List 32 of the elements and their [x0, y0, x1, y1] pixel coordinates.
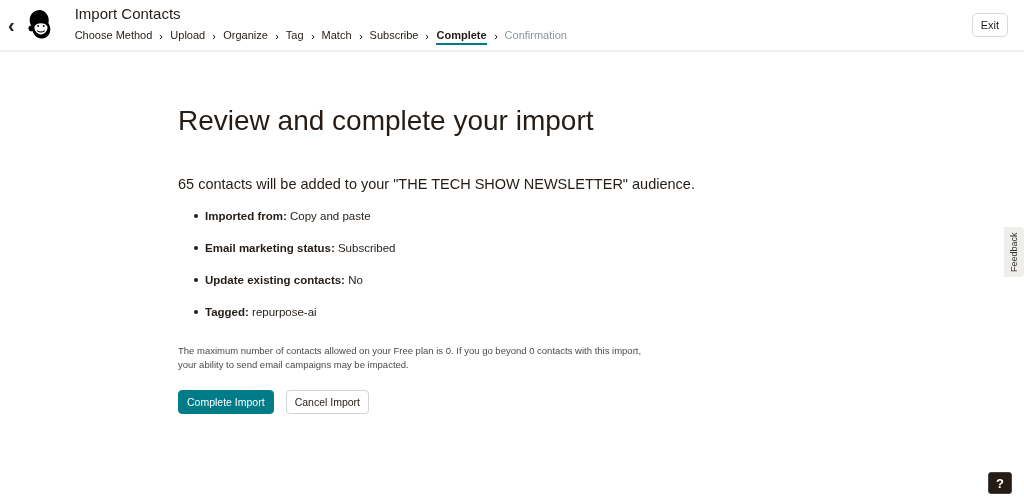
chevron-icon [358, 34, 363, 40]
step-link[interactable]: Choose Method [74, 29, 153, 45]
step-link[interactable]: Tag [285, 29, 304, 45]
chevron-icon [425, 34, 430, 40]
chevron-icon [310, 34, 315, 40]
step-link[interactable]: Match [321, 29, 352, 45]
page-title: Import Contacts [74, 5, 182, 23]
exit-button[interactable]: Exit [971, 13, 1008, 37]
chevron-icon [274, 34, 279, 40]
detail-text: Update existing contacts: No [205, 274, 363, 286]
step-link[interactable]: Upload [170, 29, 206, 45]
help-button[interactable]: ? [988, 472, 1012, 494]
chevron-icon [493, 34, 498, 40]
bullet-icon [194, 310, 198, 314]
detail-text: Tagged: repurpose-ai [205, 306, 317, 318]
complete-button[interactable]: Complete Import [178, 390, 274, 414]
summary-text: 65 contacts will be added to your "THE TECH SHOW NEWSLETTER" audience. [178, 176, 696, 192]
detail-text: Imported from: Copy and paste [205, 210, 371, 222]
back-button[interactable]: ‹ [4, 15, 19, 35]
bullet-icon [194, 246, 198, 250]
plan-note: The maximum number of contacts allowed on your Free plan is 0. If you go beyond 0 contacts with this import, your ability to send email campaigns may be impacted. [178, 344, 643, 372]
page-heading: Review and complete your import [178, 104, 595, 138]
cancel-button[interactable]: Cancel Import [285, 390, 369, 414]
step-link[interactable]: Complete [436, 29, 487, 45]
chevron-icon [212, 34, 217, 40]
feedback-tab[interactable]: Feedback [1004, 227, 1024, 277]
bullet-icon [194, 278, 198, 282]
step-link[interactable]: Subscribe [369, 29, 419, 45]
detail-text: Email marketing status: Subscribed [205, 242, 396, 254]
step-link[interactable]: Organize [223, 29, 268, 45]
chevron-icon [159, 34, 164, 40]
bullet-icon [194, 214, 198, 218]
